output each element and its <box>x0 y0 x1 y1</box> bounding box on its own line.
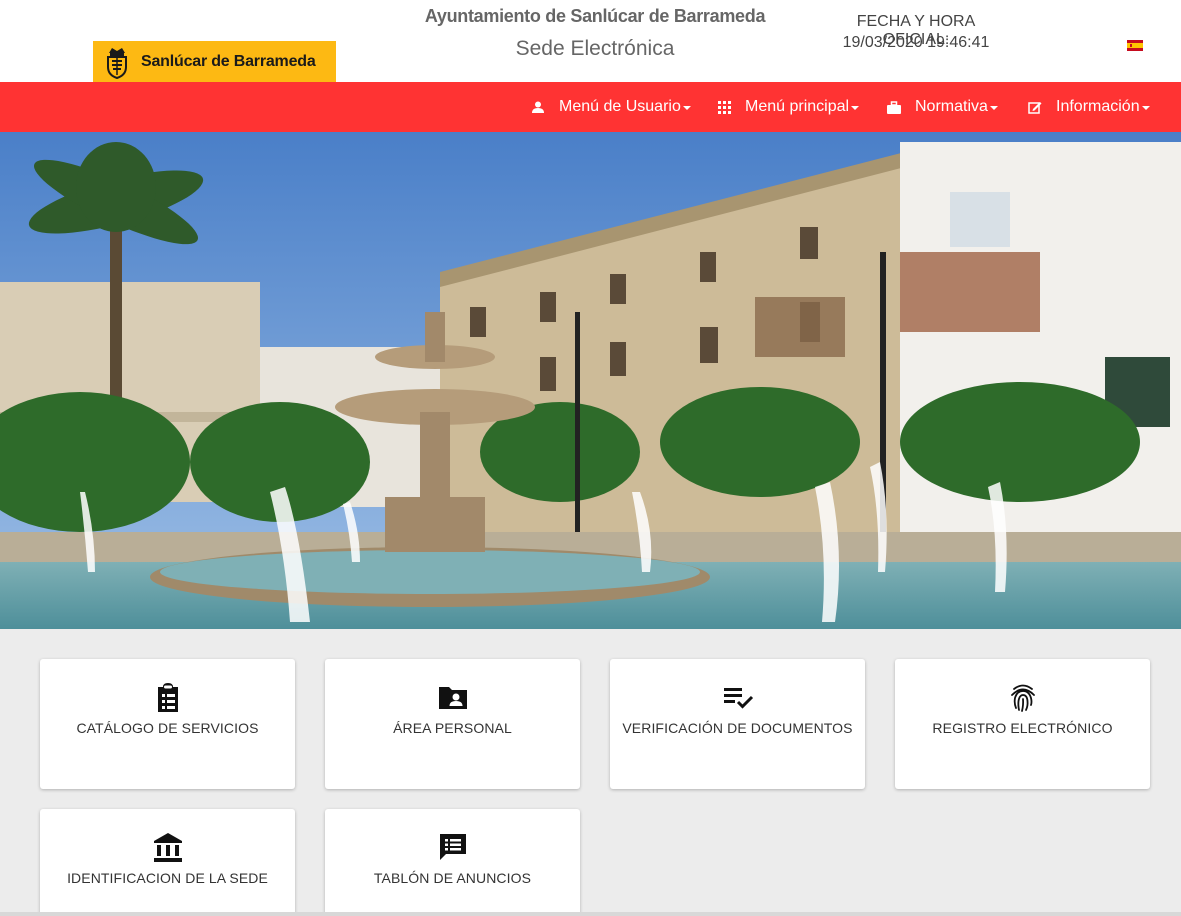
organization-title: Ayuntamiento de Sanlúcar de Barrameda <box>424 6 766 26</box>
sede-title: Sede Electrónica <box>515 37 675 60</box>
card-tablon-anuncios[interactable]: TABLÓN DE ANUNCIOS <box>325 809 580 916</box>
briefcase-icon <box>887 100 901 114</box>
card-registro-electronico[interactable]: REGISTRO ELECTRÓNICO <box>895 659 1150 789</box>
card-identificacion-sede[interactable]: IDENTIFICACION DE LA SEDE <box>40 809 295 916</box>
nav-main-menu[interactable]: Menú principal <box>718 82 860 132</box>
fingerprint-icon <box>1010 684 1035 712</box>
card-label: CATÁLOGO DE SERVICIOS <box>76 720 259 736</box>
logo-text: Sanlúcar de Barrameda <box>141 52 316 70</box>
card-label: IDENTIFICACION DE LA SEDE <box>67 870 268 886</box>
institution-icon <box>153 833 182 862</box>
clipboard-icon <box>157 683 178 712</box>
nav-informacion[interactable]: Información <box>1028 82 1150 132</box>
nav-user-menu[interactable]: Menú de Usuario <box>531 82 691 132</box>
site-header: Sanlúcar de Barrameda Ayuntamiento de Sa… <box>0 0 1181 82</box>
card-label: REGISTRO ELECTRÓNICO <box>932 720 1113 736</box>
chevron-down-icon <box>682 106 691 110</box>
spain-flag-icon[interactable] <box>1127 40 1143 51</box>
chevron-down-icon <box>1141 106 1150 110</box>
user-icon <box>532 101 544 113</box>
card-label: TABLÓN DE ANUNCIOS <box>373 870 532 886</box>
chevron-down-icon <box>989 106 998 110</box>
announcement-icon <box>439 834 466 860</box>
chevron-down-icon <box>851 106 860 110</box>
edit-icon <box>1028 102 1042 114</box>
checklist-icon <box>723 688 753 709</box>
grid-icon <box>718 100 731 114</box>
card-area-personal[interactable]: ÁREA PERSONAL <box>325 659 580 789</box>
card-verificacion-documentos[interactable]: VERIFICACIÓN DE DOCUMENTOS <box>610 659 865 789</box>
nav-normativa-label: Normativa <box>915 98 988 115</box>
folder-user-icon <box>438 687 467 709</box>
town-square-fountain-photo <box>0 132 1181 629</box>
nav-normativa[interactable]: Normativa <box>887 82 998 132</box>
card-label: ÁREA PERSONAL <box>393 720 512 736</box>
coat-of-arms-icon <box>107 47 127 79</box>
site-logo[interactable]: Sanlúcar de Barrameda <box>93 41 336 82</box>
official-datetime-value: 19/03/2020 19:46:41 <box>842 34 990 51</box>
nav-user-menu-label: Menú de Usuario <box>559 98 681 115</box>
nav-main-menu-label: Menú principal <box>745 98 850 115</box>
card-catalogo-servicios[interactable]: CATÁLOGO DE SERVICIOS <box>40 659 295 789</box>
card-label: VERIFICACIÓN DE DOCUMENTOS <box>622 720 853 736</box>
hero-banner-image <box>0 132 1181 629</box>
main-navbar: Menú de Usuario Menú principal Normativa… <box>0 82 1181 132</box>
nav-informacion-label: Información <box>1056 98 1140 115</box>
horizontal-scrollbar[interactable] <box>0 912 1181 916</box>
